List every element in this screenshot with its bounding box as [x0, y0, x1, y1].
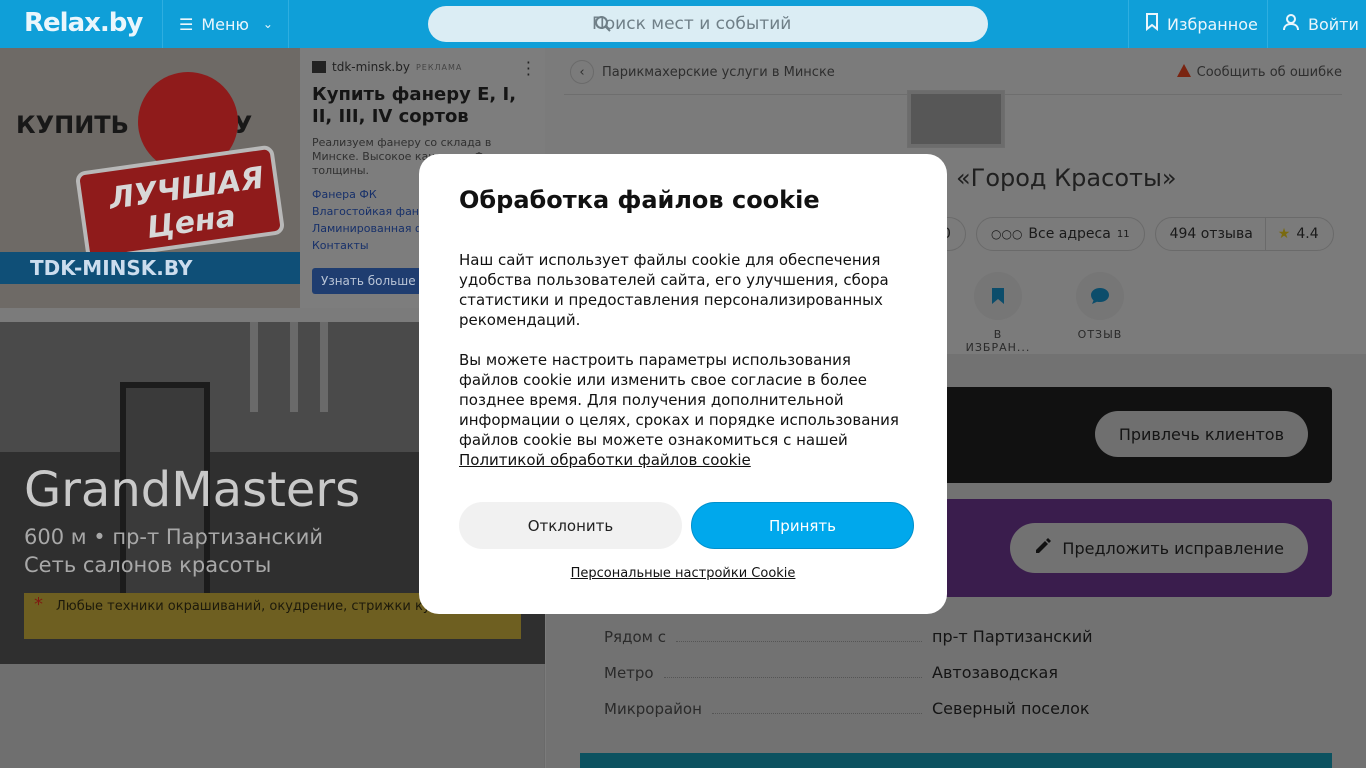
login-button[interactable]: Войти	[1267, 0, 1366, 48]
bookmark-icon	[974, 272, 1022, 320]
salon-name: GrandMasters	[24, 462, 361, 518]
info-value[interactable]: пр-т Партизанский	[932, 627, 1308, 646]
cookie-buttons: Отклонить Принять	[459, 502, 914, 549]
asterisk-icon: *	[34, 594, 43, 615]
search-placeholder: Поиск мест и событий	[592, 14, 792, 34]
review-action-label: ОТЗЫВ	[1077, 328, 1123, 341]
decline-button[interactable]: Отклонить	[459, 502, 682, 549]
more-dots-icon: ○○○	[991, 227, 1023, 241]
more-options-icon[interactable]: · · ·	[526, 55, 531, 83]
all-addresses-count: 11	[1116, 228, 1130, 240]
info-row: Микрорайон Северный поселок	[604, 699, 1308, 735]
accept-button[interactable]: Принять	[691, 502, 914, 549]
cookie-text-2-body: Вы можете настроить параметры использова…	[459, 351, 899, 449]
favorites-button[interactable]: Избранное	[1128, 0, 1268, 48]
dotted-leader	[711, 713, 922, 714]
salon-category: Сеть салонов красоты	[24, 553, 272, 577]
pencil-icon	[1034, 537, 1052, 559]
chip-divider	[1264, 217, 1266, 251]
favorites-action-label: В ИЗБРАН...	[965, 328, 1031, 354]
ad-source[interactable]: tdk-minsk.by РЕКЛАМА	[312, 60, 533, 74]
left-bottom-area	[0, 664, 545, 768]
info-value[interactable]: Северный поселок	[932, 699, 1308, 718]
ad-source-name: tdk-minsk.by	[332, 60, 410, 74]
chips-row: 0 ○○○ Все адреса 11 494 отзыва ★ 4.4	[926, 217, 1334, 251]
ad-image[interactable]: КУПИТЬ ФАНЕРУ ЛУЧШАЯ Цена TDK-MINSK.BY	[0, 48, 300, 308]
chevron-down-icon: ⌄	[262, 17, 273, 31]
all-addresses-label: Все адреса	[1028, 226, 1111, 242]
info-key: Рядом с	[604, 628, 666, 646]
login-label: Войти	[1308, 14, 1359, 34]
all-addresses-chip[interactable]: ○○○ Все адреса 11	[976, 217, 1145, 251]
firm-thumbnail[interactable]	[907, 90, 1005, 148]
cookie-dialog: Обработка файлов cookie Наш сайт использ…	[419, 154, 947, 614]
top-header: Relax.by ☰ Меню ⌄ Поиск мест и событий И…	[0, 0, 1366, 48]
tdk-logo-icon	[312, 61, 326, 73]
menu-label: Меню	[201, 14, 249, 34]
ad-cta-button[interactable]: Узнать больше	[312, 268, 425, 294]
search-input[interactable]: Поиск мест и событий	[428, 6, 988, 42]
report-label: Сообщить об ошибке	[1196, 65, 1342, 80]
cookie-text-1: Наш сайт использует файлы cookie для обе…	[459, 251, 889, 329]
user-icon	[1282, 13, 1300, 35]
suggest-edit-button[interactable]: Предложить исправление	[1010, 523, 1308, 573]
ad-tag: РЕКЛАМА	[415, 62, 463, 72]
bookmark-icon	[1145, 13, 1159, 35]
breadcrumb[interactable]: ‹ Парикмахерские услуги в Минске	[570, 60, 835, 84]
action-buttons: В ИЗБРАН... ОТЗЫВ	[960, 272, 1138, 354]
dotted-leader	[675, 641, 922, 642]
favorites-label: Избранное	[1167, 14, 1258, 34]
site-logo[interactable]: Relax.by	[24, 8, 143, 38]
back-arrow-icon[interactable]: ‹	[570, 60, 594, 84]
info-key: Микрорайон	[604, 700, 702, 718]
reviews-label: 494 отзыва	[1169, 226, 1253, 242]
cookie-text-2: Вы можете настроить параметры использова…	[459, 350, 907, 470]
attract-clients-button[interactable]: Привлечь клиентов	[1094, 411, 1308, 457]
rating-value: 4.4	[1296, 226, 1319, 242]
chat-bubble-icon	[1076, 272, 1124, 320]
ad-title[interactable]: Купить фанеру Е, I, II, III, IV сортов	[312, 84, 533, 128]
info-value[interactable]: Автозаводская	[932, 663, 1308, 682]
info-row: Метро Автозаводская	[604, 663, 1308, 699]
warning-icon	[1176, 64, 1191, 81]
report-error-link[interactable]: Сообщить об ошибке	[1176, 64, 1342, 81]
ceiling-light	[320, 322, 328, 412]
info-key: Метро	[604, 664, 654, 682]
info-row: Рядом с пр-т Партизанский	[604, 627, 1308, 663]
cookie-title: Обработка файлов cookie	[459, 186, 820, 214]
hamburger-icon: ☰	[179, 14, 194, 34]
teal-card	[580, 753, 1332, 768]
write-review-button[interactable]: ОТЗЫВ	[1062, 272, 1138, 354]
ceiling-light	[290, 322, 298, 412]
breadcrumb-label[interactable]: Парикмахерские услуги в Минске	[602, 65, 835, 80]
firm-title: «Город Красоты»	[956, 164, 1177, 192]
location-info: Рядом с пр-т Партизанский Метро Автозаво…	[580, 613, 1332, 737]
suggest-edit-label: Предложить исправление	[1062, 538, 1284, 558]
reviews-chip[interactable]: 494 отзыва ★ 4.4	[1154, 217, 1334, 251]
cookie-policy-link[interactable]: Политикой обработки файлов cookie	[459, 451, 751, 469]
salon-distance: 600 м • пр-т Партизанский	[24, 525, 324, 549]
search-icon	[594, 15, 612, 38]
personal-cookie-settings-link[interactable]: Персональные настройки Cookie	[419, 566, 947, 581]
dotted-leader	[663, 677, 922, 678]
ad-image-brand: TDK-MINSK.BY	[0, 252, 300, 284]
ceiling-light	[250, 322, 258, 412]
add-to-favorites-button[interactable]: В ИЗБРАН...	[960, 272, 1036, 354]
menu-button[interactable]: ☰ Меню ⌄	[162, 0, 289, 48]
star-icon: ★	[1277, 226, 1291, 242]
